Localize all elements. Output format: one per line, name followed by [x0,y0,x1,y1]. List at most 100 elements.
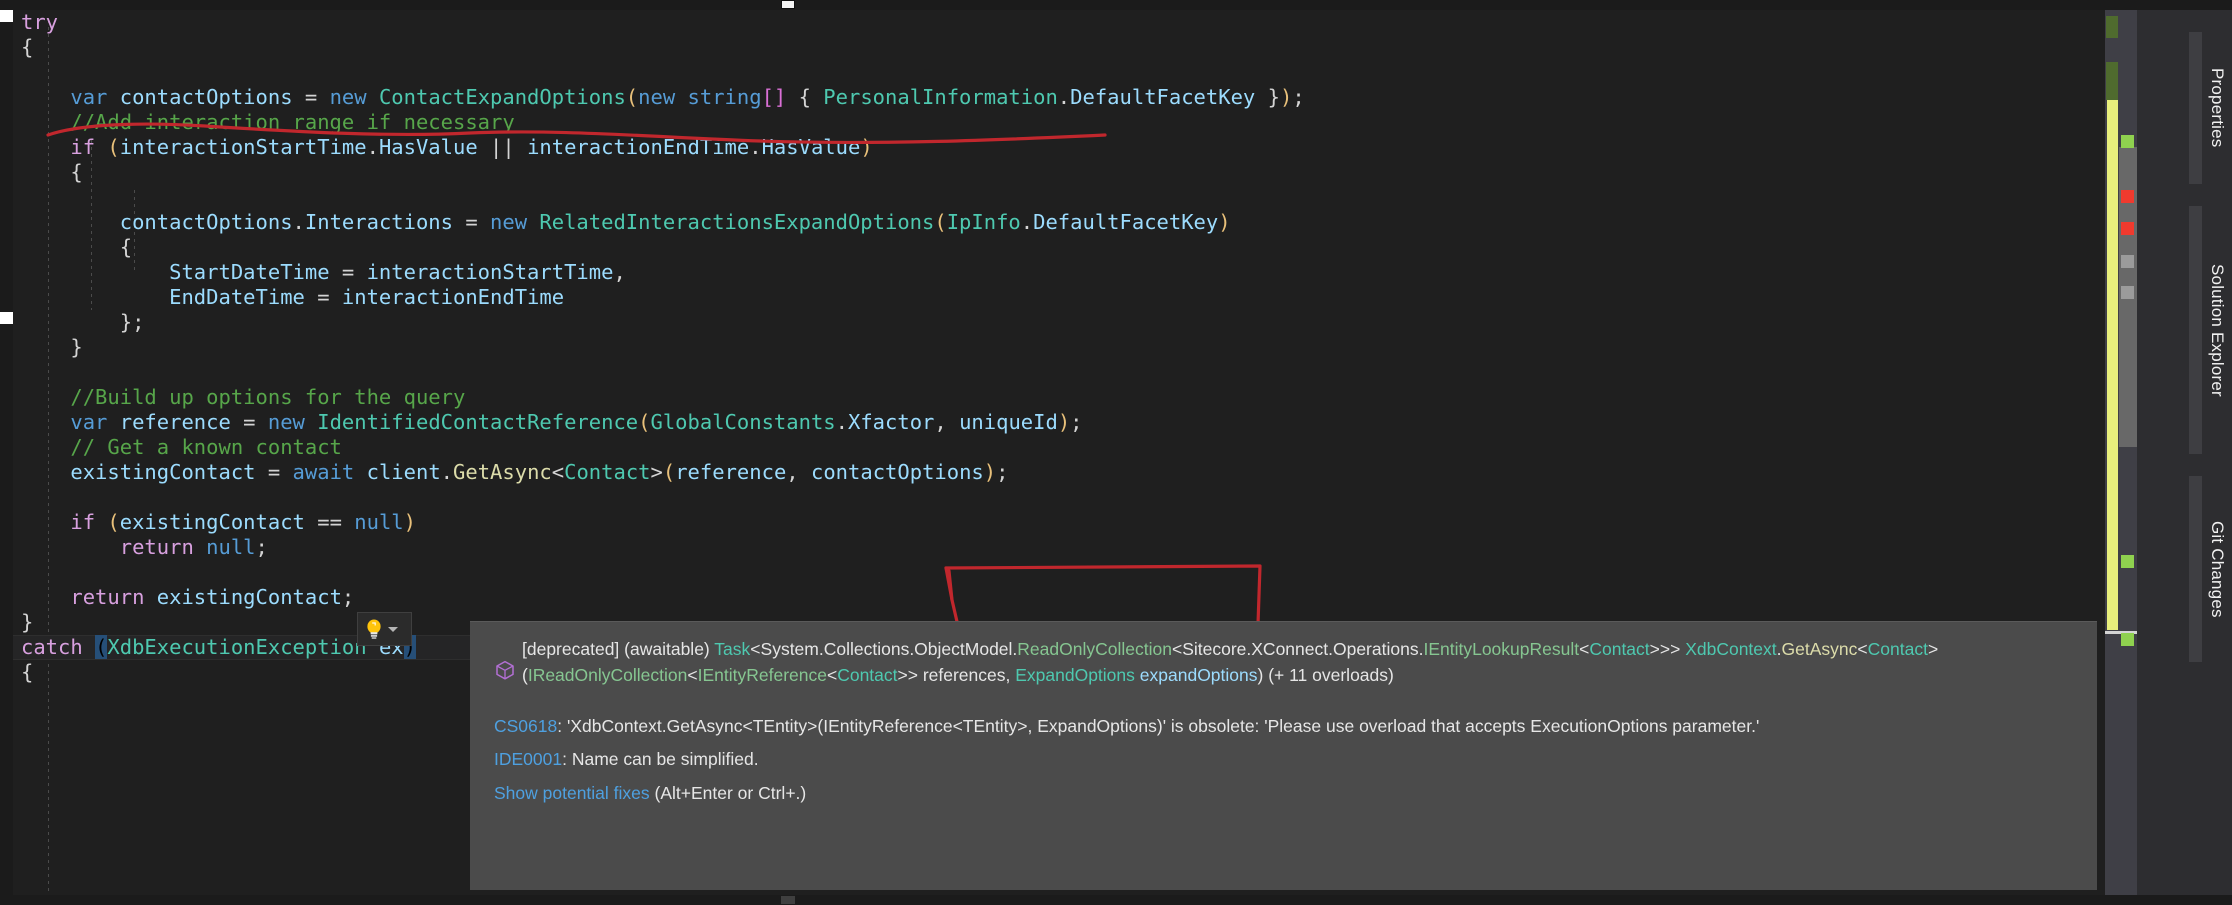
code-token: { [119,235,133,259]
code-token: . [440,460,454,484]
code-token: new [638,85,688,109]
tool-tab-gap [2189,206,2202,454]
code-line[interactable]: return existingContact; [13,585,1305,610]
code-line[interactable]: StartDateTime = interactionStartTime, [13,260,1305,285]
code-token: ; [1292,85,1305,109]
diagnostic-message: : Name can be simplified. [562,749,759,769]
code-token: < [551,460,565,484]
code-line[interactable]: // Get a known contact [13,435,1305,460]
code-token: reference [119,410,231,434]
code-token: ) [1057,410,1071,434]
change-marker-green[interactable] [2121,555,2134,568]
change-bar [0,312,13,324]
code-line[interactable]: //Build up options for the query [13,385,1305,410]
chevron-down-icon[interactable] [388,626,398,632]
code-token: = [230,410,268,434]
horizontal-scrollbar-top[interactable] [0,0,2232,10]
code-token: ( [662,460,676,484]
code-line[interactable]: { [13,235,1305,260]
code-line[interactable]: } [13,335,1305,360]
diagnostic-message: : 'XdbContext.GetAsync<TEntity>(IEntityR… [557,716,1760,736]
code-token: ( [934,210,947,234]
tool-tab-properties[interactable]: Properties [2202,32,2232,184]
code-line[interactable]: var reference = new IdentifiedContactRef… [13,410,1305,435]
code-line[interactable] [13,485,1305,510]
code-token: > [650,460,663,484]
horizontal-scrollbar-thumb[interactable] [781,0,795,9]
tool-tab-gap [2189,32,2202,184]
code-line[interactable]: var contactOptions = new ContactExpandOp… [13,85,1305,110]
code-token: // Get a known contact [70,435,342,459]
code-token: new [329,85,379,109]
tooltip-token: IReadOnlyCollection [527,665,688,685]
code-line[interactable] [13,360,1305,385]
code-line[interactable]: if (existingContact == null) [13,510,1305,535]
error-marker-red[interactable] [2121,190,2134,203]
code-line[interactable]: { [13,160,1305,185]
tooltip-token: < [1579,639,1590,659]
code-token: StartDateTime [169,260,330,284]
code-token: { [21,660,34,684]
code-line[interactable] [13,60,1305,85]
code-token: . [835,410,848,434]
code-token: interactionEndTime [527,135,750,159]
code-token: var [70,85,120,109]
code-line[interactable]: existingContact = await client.GetAsync<… [13,460,1305,485]
change-bar [0,10,13,22]
tool-tab-solution-explorer[interactable]: Solution Explorer [2202,206,2232,454]
info-marker-gray[interactable] [2121,255,2134,268]
code-token: . [1020,210,1034,234]
diagnostic-code: IDE0001 [494,749,563,769]
info-marker-gray[interactable] [2121,286,2134,299]
code-token: if [70,510,108,534]
code-line[interactable] [13,560,1305,585]
change-marker-green[interactable] [2121,135,2134,148]
code-token: XdbExecutionException [107,635,367,659]
code-token: HasValue [761,135,861,159]
vertical-scrollbar-column[interactable] [2097,10,2139,895]
error-marker-red[interactable] [2121,222,2134,235]
change-marker-green[interactable] [2121,633,2134,646]
code-token: } [1255,85,1280,109]
code-token: DefaultFacetKey [1070,85,1256,109]
code-line[interactable]: EndDateTime = interactionEndTime [13,285,1305,310]
show-potential-fixes-link[interactable]: Show potential fixes [494,783,650,803]
code-line[interactable]: contactOptions.Interactions = new Relate… [13,210,1305,235]
horizontal-scrollbar-bottom[interactable] [0,895,2232,905]
tooltip-token: Task [714,639,751,659]
code-line[interactable]: }; [13,310,1305,335]
code-token: existingContact [70,460,256,484]
change-track-yellow [2107,100,2118,630]
tooltip-token: IEntityReference [697,665,827,685]
tool-tab-label: Properties [2208,68,2227,148]
show-potential-fixes-row: Show potential fixes (Alt+Enter or Ctrl+… [494,783,806,804]
code-line[interactable]: if (interactionStartTime.HasValue || int… [13,135,1305,160]
code-line[interactable] [13,185,1305,210]
code-token: EndDateTime [169,285,305,309]
tool-tab-label: Solution Explorer [2208,263,2227,397]
code-token: IdentifiedContactReference [317,410,639,434]
horizontal-scrollbar-thumb-bottom[interactable] [781,896,795,904]
code-line[interactable]: //Add interaction range if necessary [13,110,1305,135]
code-token: . [366,135,379,159]
code-token: ( [107,510,120,534]
tool-tab-git-changes[interactable]: Git Changes [2202,476,2232,662]
code-token: = [453,210,491,234]
code-line[interactable]: { [13,35,1305,60]
code-token: await [292,460,367,484]
code-token: interactionStartTime [366,260,614,284]
code-token: { [786,85,824,109]
quick-info-tooltip: [deprecated] (awaitable) Task<System.Col… [470,621,2232,890]
quick-actions-lightbulb[interactable] [357,612,412,646]
code-line[interactable]: try [13,10,1305,35]
lightbulb-icon [367,619,381,639]
code-line[interactable]: return null; [13,535,1305,560]
change-track-green [2106,62,2118,100]
code-token: GlobalConstants [650,410,836,434]
code-token: interactionEndTime [341,285,565,309]
